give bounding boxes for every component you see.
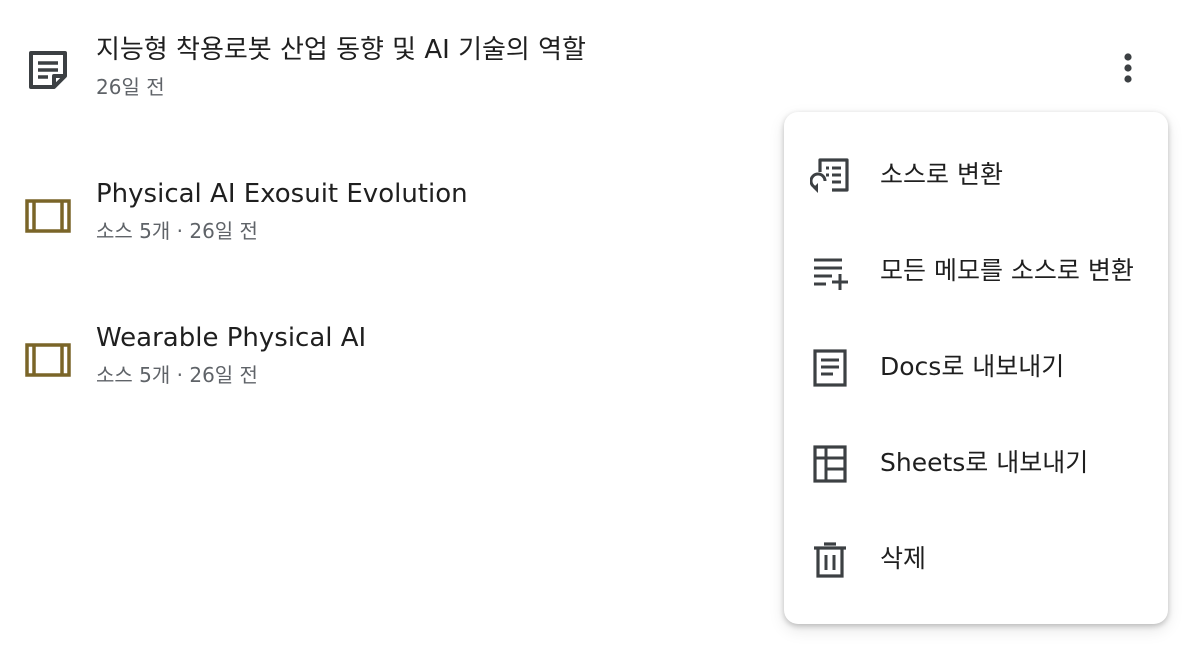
- list-item[interactable]: Physical AI Exosuit Evolution 소스 5개 · 26…: [0, 164, 760, 254]
- menu-item-label: Docs로 내보내기: [880, 352, 1065, 381]
- trash-icon: [810, 540, 850, 580]
- menu-item-label: Sheets로 내보내기: [880, 448, 1089, 477]
- more-options-button[interactable]: [1104, 44, 1152, 92]
- menu-item-label: 삭제: [880, 544, 927, 573]
- menu-item-label: 소스로 변환: [880, 160, 1003, 189]
- menu-item-export-docs[interactable]: Docs로 내보내기: [784, 320, 1168, 416]
- notebook-icon: [24, 196, 72, 236]
- menu-item-export-sheets[interactable]: Sheets로 내보내기: [784, 416, 1168, 512]
- more-vert-icon: [1124, 53, 1132, 83]
- menu-item-convert-to-source[interactable]: 소스로 변환: [784, 128, 1168, 224]
- notebook-meta: 소스 5개 · 26일 전: [96, 363, 258, 387]
- table-icon: [810, 444, 850, 484]
- notebook-title: Physical AI Exosuit Evolution: [96, 179, 468, 209]
- menu-item-convert-all-notes[interactable]: 모든 메모를 소스로 변환: [784, 224, 1168, 320]
- notes-page: 지능형 착용로봇 산업 동향 및 AI 기술의 역할 26일 전 Physica…: [0, 0, 1196, 656]
- list-item[interactable]: 지능형 착용로봇 산업 동향 및 AI 기술의 역할 26일 전: [0, 18, 760, 108]
- context-menu: 소스로 변환 모든 메모를 소스로 변환 Docs로 내보내기 Sheets로 …: [784, 112, 1168, 624]
- menu-item-delete[interactable]: 삭제: [784, 512, 1168, 608]
- notebook-icon: [24, 340, 72, 380]
- list-item[interactable]: Wearable Physical AI 소스 5개 · 26일 전: [0, 308, 760, 398]
- menu-item-label: 모든 메모를 소스로 변환: [880, 256, 1134, 285]
- convert-to-source-icon: [809, 156, 850, 196]
- playlist-add-icon: [810, 252, 850, 292]
- note-icon: [24, 50, 72, 90]
- document-icon: [810, 348, 850, 388]
- note-timestamp: 26일 전: [96, 75, 165, 99]
- notebook-title: Wearable Physical AI: [96, 323, 367, 353]
- notebook-meta: 소스 5개 · 26일 전: [96, 219, 258, 243]
- note-title: 지능형 착용로봇 산업 동향 및 AI 기술의 역할: [96, 35, 586, 65]
